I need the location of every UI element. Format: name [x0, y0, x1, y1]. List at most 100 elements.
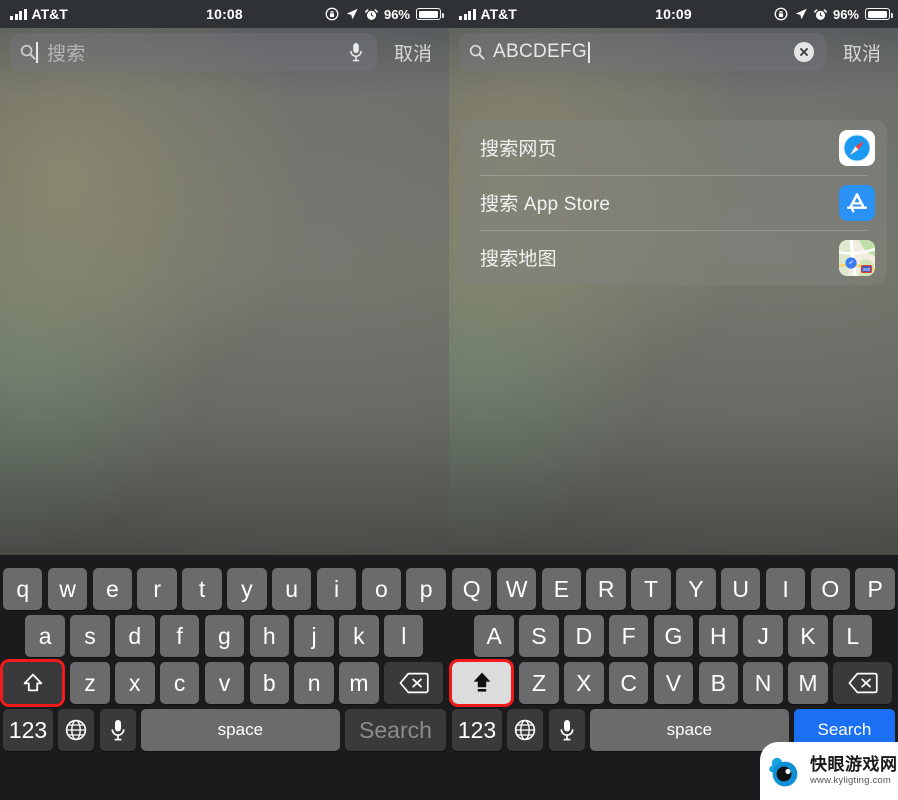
key-p[interactable]: p	[406, 568, 446, 610]
key-E[interactable]: E	[541, 568, 582, 610]
key-D[interactable]: D	[564, 615, 604, 657]
keyboard-row-1: QWERTYUIOP	[449, 568, 898, 610]
key-d[interactable]: d	[115, 615, 155, 657]
key-e[interactable]: e	[92, 568, 133, 610]
key-n[interactable]: n	[294, 662, 334, 704]
status-bar: AT&T 10:09 96%	[449, 0, 898, 28]
key-v[interactable]: v	[204, 662, 245, 704]
key-Q[interactable]: Q	[452, 568, 492, 610]
cancel-button[interactable]: 取消	[377, 39, 449, 66]
key-X[interactable]: X	[564, 662, 604, 704]
key-u[interactable]: u	[271, 568, 312, 610]
watermark-logo-icon	[768, 754, 804, 788]
search-icon	[469, 44, 485, 60]
key-K[interactable]: K	[788, 615, 828, 657]
key-T[interactable]: T	[631, 568, 671, 610]
key-A[interactable]: A	[474, 615, 514, 657]
suggestion-label: 搜索 App Store	[480, 194, 611, 215]
globe-key[interactable]	[58, 709, 95, 751]
keyboard-row-2: ASDFGHJKL	[449, 615, 898, 657]
shift-arrow-icon	[473, 672, 490, 692]
dictation-key[interactable]	[548, 709, 585, 751]
shift-key[interactable]	[449, 659, 515, 707]
key-h[interactable]: h	[249, 615, 289, 657]
key-J[interactable]: J	[743, 615, 783, 657]
search-suggestions-card: 搜索网页搜索 App Store 搜索地图 280	[460, 120, 887, 285]
phone-screen-left: AT&T 10:08 96% 搜索 取消 q w e r t y u i o p…	[0, 0, 449, 800]
key-I[interactable]: I	[765, 568, 806, 610]
key-z[interactable]: z	[70, 662, 110, 704]
key-G[interactable]: G	[653, 615, 694, 657]
key-N[interactable]: N	[743, 662, 783, 704]
status-bar-right: 96%	[774, 7, 893, 22]
microphone-icon[interactable]	[349, 42, 363, 62]
safari-icon	[839, 129, 875, 166]
key-i[interactable]: i	[316, 568, 357, 610]
key-F[interactable]: F	[608, 615, 649, 657]
delete-key[interactable]	[833, 662, 893, 704]
keyboard-row-3: zxcvbnm	[0, 659, 449, 707]
key-U[interactable]: U	[720, 568, 761, 610]
key-j[interactable]: j	[294, 615, 334, 657]
search-input[interactable]: 搜索	[10, 33, 377, 71]
key-B[interactable]: B	[698, 662, 738, 704]
svg-text:280: 280	[863, 266, 871, 271]
phone-screen-right: AT&T 10:09 96% ABCDEFG 取消 搜索网页 搜索 App St…	[449, 0, 898, 800]
key-g[interactable]: g	[204, 615, 245, 657]
key-O[interactable]: O	[810, 568, 851, 610]
numeric-key[interactable]: 123	[452, 709, 502, 751]
dictation-key[interactable]	[99, 709, 136, 751]
key-a[interactable]: a	[25, 615, 65, 657]
key-f[interactable]: f	[159, 615, 200, 657]
globe-key[interactable]	[507, 709, 544, 751]
key-S[interactable]: S	[519, 615, 559, 657]
cancel-button[interactable]: 取消	[826, 39, 898, 66]
key-M[interactable]: M	[788, 662, 828, 704]
search-row: 搜索 取消	[0, 28, 449, 76]
key-L[interactable]: L	[833, 615, 873, 657]
clear-text-button[interactable]	[794, 42, 814, 62]
numeric-key[interactable]: 123	[3, 709, 53, 751]
space-key[interactable]: space	[141, 709, 340, 751]
suggestion-label: 搜索网页	[480, 139, 557, 160]
battery-icon	[416, 8, 444, 20]
key-P[interactable]: P	[855, 568, 895, 610]
suggestion-row[interactable]: 搜索地图 280	[460, 230, 887, 285]
key-C[interactable]: C	[608, 662, 649, 704]
maps-icon: 280	[839, 239, 875, 276]
suggestion-row[interactable]: 搜索 App Store	[460, 175, 887, 230]
key-t[interactable]: t	[182, 568, 222, 610]
text-caret	[36, 41, 38, 63]
key-m[interactable]: m	[339, 662, 379, 704]
delete-key[interactable]	[384, 662, 444, 704]
key-Y[interactable]: Y	[676, 568, 716, 610]
space-key[interactable]: space	[590, 709, 789, 751]
key-W[interactable]: W	[496, 568, 537, 610]
key-s[interactable]: s	[70, 615, 110, 657]
delete-icon	[399, 672, 429, 694]
search-input[interactable]: ABCDEFG	[459, 33, 826, 71]
rotation-lock-icon	[325, 7, 339, 21]
search-row: ABCDEFG 取消	[449, 28, 898, 76]
return-search-key[interactable]: Search	[344, 709, 446, 751]
key-R[interactable]: R	[586, 568, 626, 610]
key-Z[interactable]: Z	[519, 662, 559, 704]
keyboard-row-1: qwertyuiop	[0, 568, 449, 610]
shift-key[interactable]	[0, 659, 66, 707]
key-k[interactable]: k	[339, 615, 379, 657]
key-y[interactable]: y	[227, 568, 267, 610]
key-x[interactable]: x	[115, 662, 155, 704]
key-H[interactable]: H	[698, 615, 738, 657]
key-b[interactable]: b	[249, 662, 289, 704]
key-r[interactable]: r	[137, 568, 177, 610]
key-q[interactable]: q	[3, 568, 43, 610]
key-w[interactable]: w	[47, 568, 88, 610]
key-V[interactable]: V	[653, 662, 694, 704]
key-l[interactable]: l	[384, 615, 424, 657]
suggestion-row[interactable]: 搜索网页	[460, 120, 887, 175]
search-icon	[20, 44, 36, 60]
watermark-url: www.kyligting.com	[810, 775, 892, 787]
key-c[interactable]: c	[159, 662, 200, 704]
key-o[interactable]: o	[361, 568, 402, 610]
watermark-title: 快眼游戏网	[810, 755, 898, 775]
